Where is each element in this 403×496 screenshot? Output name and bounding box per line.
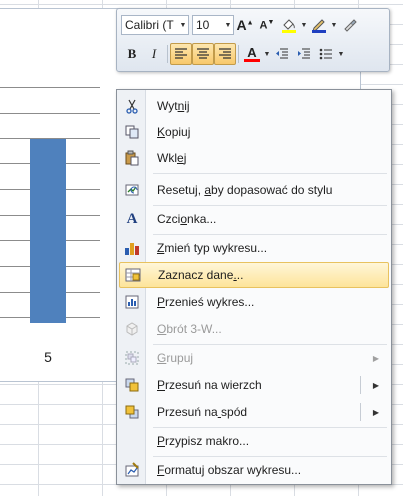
- chevron-down-icon[interactable]: ▼: [300, 22, 308, 29]
- menu-item-group[interactable]: Grupuj ▶: [119, 345, 389, 371]
- menu-item-label: Zmień typ wykresu...: [157, 241, 268, 255]
- mini-toolbar-row-2: B I A ▼ ▼: [121, 42, 345, 66]
- copy-icon: [119, 119, 145, 145]
- font-name-combo[interactable]: Calibri (T ▼: [121, 15, 189, 35]
- menu-item-bring-to-front[interactable]: Przesuń na wierzch ▶: [119, 372, 389, 398]
- menu-item-reset-style[interactable]: Resetuj, aby dopasować do stylu: [119, 177, 389, 203]
- menu-item-send-to-back[interactable]: Przesuń na spód ▶: [119, 399, 389, 425]
- bold-button[interactable]: B: [121, 43, 143, 65]
- bring-front-icon: [119, 372, 145, 398]
- menu-item-cut[interactable]: Wytnij: [119, 93, 389, 119]
- chevron-down-icon[interactable]: ▼: [263, 51, 271, 58]
- split-divider: [360, 403, 361, 421]
- chart-bar[interactable]: [30, 139, 66, 323]
- font-icon: A: [126, 210, 138, 227]
- chevron-down-icon[interactable]: ▼: [337, 51, 345, 58]
- chart-category-label: 5: [44, 349, 52, 365]
- font-name-value: Calibri (T: [125, 18, 174, 32]
- menu-item-label: Wklej: [157, 151, 187, 165]
- mini-toolbar: Calibri (T ▼ 10 ▼ A▲ A▼ ▼ ▼ B I A ▼ ▼: [116, 8, 390, 72]
- increase-indent-icon: [298, 48, 310, 59]
- menu-item-3d-rotation[interactable]: Obrót 3-W...: [119, 316, 389, 342]
- toolbar-separator: [167, 45, 168, 63]
- menu-item-label: Czcionka...: [157, 212, 217, 226]
- format-chart-area-icon: [119, 457, 145, 483]
- font-color-button[interactable]: A: [241, 43, 263, 65]
- menu-item-label: Przesuń na spód: [157, 405, 248, 419]
- align-right-button[interactable]: [214, 43, 236, 65]
- align-right-icon: [219, 48, 231, 59]
- format-painter-button[interactable]: [338, 14, 360, 36]
- font-color-icon: A: [244, 46, 260, 62]
- select-data-icon: [120, 262, 146, 288]
- menu-item-select-data[interactable]: Zaznacz dane...: [119, 262, 389, 288]
- paint-bucket-icon: [282, 19, 296, 33]
- font-size-value: 10: [196, 18, 210, 32]
- send-back-icon: [119, 399, 145, 425]
- chevron-down-icon[interactable]: ▼: [330, 22, 338, 29]
- menu-item-label: Przypisz makro...: [157, 434, 250, 448]
- menu-item-paste[interactable]: Wklej: [119, 145, 389, 171]
- mini-toolbar-row-1: Calibri (T ▼ 10 ▼ A▲ A▼ ▼ ▼: [121, 13, 360, 37]
- grow-font-button[interactable]: A▲: [234, 14, 256, 36]
- menu-item-label: Resetuj, aby dopasować do stylu: [157, 183, 333, 197]
- menu-item-label: Przenieś wykres...: [157, 295, 255, 309]
- menu-item-label: Obrót 3-W...: [157, 322, 222, 336]
- align-left-icon: [175, 48, 187, 59]
- submenu-arrow-icon: ▶: [372, 353, 379, 363]
- bullet-list-icon: [319, 48, 332, 60]
- rotation-3d-icon: [119, 316, 145, 342]
- bullets-button[interactable]: [315, 43, 337, 65]
- group-icon: [119, 345, 145, 371]
- move-chart-icon: [119, 289, 145, 315]
- menu-item-copy[interactable]: Kopiuj: [119, 119, 389, 145]
- brush-icon: [344, 19, 357, 32]
- scissors-icon: [119, 93, 145, 119]
- split-divider: [360, 376, 361, 394]
- toolbar-separator: [238, 45, 239, 63]
- menu-item-move-chart[interactable]: Przenieś wykres...: [119, 289, 389, 315]
- chart-type-icon: [119, 235, 145, 261]
- align-left-button[interactable]: [170, 43, 192, 65]
- menu-item-change-chart-type[interactable]: Zmień typ wykresu...: [119, 235, 389, 261]
- chevron-down-icon[interactable]: ▼: [223, 22, 233, 29]
- shrink-font-button[interactable]: A▼: [256, 14, 278, 36]
- shrink-font-icon: A▼: [259, 18, 275, 32]
- menu-item-label: Przesuń na wierzch: [157, 378, 262, 392]
- menu-item-label: Kopiuj: [157, 125, 191, 139]
- submenu-arrow-icon[interactable]: ▶: [373, 381, 379, 390]
- decrease-indent-button[interactable]: [271, 43, 293, 65]
- menu-item-label: Formatuj obszar wykresu...: [157, 463, 302, 477]
- menu-item-label: Grupuj: [157, 351, 194, 365]
- context-menu: Wytnij Kopiuj Wklej Resetuj, aby dopasow…: [116, 89, 392, 485]
- pencil-icon: [312, 19, 326, 33]
- italic-button[interactable]: I: [143, 43, 165, 65]
- menu-item-font[interactable]: A Czcionka...: [119, 206, 389, 232]
- reset-style-icon: [119, 177, 145, 203]
- menu-item-label: Zaznacz dane...: [158, 268, 244, 282]
- chart-gridline: [0, 113, 100, 114]
- font-size-combo[interactable]: 10 ▼: [192, 15, 234, 35]
- fill-color-button[interactable]: [278, 14, 300, 36]
- align-center-icon: [197, 48, 209, 59]
- menu-separator: [153, 173, 387, 174]
- paste-icon: [119, 145, 145, 171]
- menu-item-format-chart-area[interactable]: Formatuj obszar wykresu...: [119, 457, 389, 483]
- align-center-button[interactable]: [192, 43, 214, 65]
- menu-item-label: Wytnij: [157, 99, 190, 113]
- menu-item-assign-macro[interactable]: Przypisz makro...: [119, 428, 389, 454]
- grow-font-icon: A▲: [236, 17, 254, 33]
- bold-label: B: [127, 46, 137, 61]
- decrease-indent-icon: [276, 48, 288, 59]
- increase-indent-button[interactable]: [293, 43, 315, 65]
- line-color-button[interactable]: [308, 14, 330, 36]
- chevron-down-icon[interactable]: ▼: [178, 22, 188, 29]
- submenu-arrow-icon[interactable]: ▶: [373, 408, 379, 417]
- italic-label: I: [151, 46, 157, 61]
- chart-gridline: [0, 87, 100, 88]
